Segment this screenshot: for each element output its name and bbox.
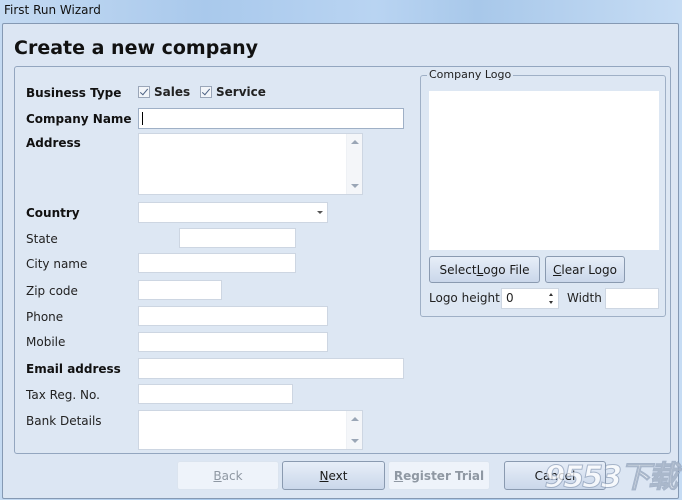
state-label: State xyxy=(26,232,58,246)
business-type-label: Business Type xyxy=(26,86,122,100)
logo-height-spinner[interactable]: 0 xyxy=(501,288,559,309)
button-label: ext xyxy=(328,468,348,483)
spin-down-icon[interactable] xyxy=(549,301,553,304)
tax-label: Tax Reg. No. xyxy=(26,388,100,402)
phone-label: Phone xyxy=(26,310,64,324)
button-accel: L xyxy=(476,262,484,277)
state-input[interactable] xyxy=(179,228,296,248)
company-logo-legend: Company Logo xyxy=(427,68,514,81)
address-label: Address xyxy=(26,136,81,150)
logo-preview xyxy=(429,91,659,250)
scroll-up-icon[interactable] xyxy=(351,140,359,144)
button-accel: R xyxy=(393,468,404,483)
wizard-window: Create a new company Business Type Sales… xyxy=(2,23,679,499)
mobile-input[interactable] xyxy=(138,332,328,352)
service-checkbox-label: Service xyxy=(216,85,266,99)
zip-input[interactable] xyxy=(138,280,222,300)
button-label: Select xyxy=(439,262,477,277)
clear-logo-button[interactable]: Clear Logo xyxy=(545,256,625,283)
button-accel: C xyxy=(553,262,562,277)
select-logo-file-button[interactable]: Select Logo File xyxy=(429,256,540,283)
scroll-down-icon[interactable] xyxy=(351,439,359,443)
service-checkbox[interactable]: Service xyxy=(200,85,266,99)
logo-width-input[interactable] xyxy=(605,288,659,309)
sales-checkbox[interactable]: Sales xyxy=(138,85,190,99)
bank-details-textarea[interactable] xyxy=(138,410,363,450)
company-name-label: Company Name xyxy=(26,112,132,126)
back-button[interactable]: Back xyxy=(177,461,279,490)
logo-height-value: 0 xyxy=(506,291,514,305)
company-name-input[interactable] xyxy=(138,108,404,129)
window-title: First Run Wizard xyxy=(4,3,101,17)
button-label: lear Logo xyxy=(561,262,617,277)
button-label: egister Trial xyxy=(403,468,485,483)
scroll-up-icon[interactable] xyxy=(351,417,359,421)
zip-label: Zip code xyxy=(26,284,78,298)
cancel-button[interactable]: Cancel xyxy=(504,461,606,490)
logo-height-label: Logo height xyxy=(429,291,500,305)
window-titlebar: First Run Wizard xyxy=(0,0,682,22)
city-input[interactable] xyxy=(138,253,296,273)
button-label: Cancel xyxy=(534,468,576,483)
tax-input[interactable] xyxy=(138,384,293,404)
page-title: Create a new company xyxy=(14,37,259,59)
company-form-panel: Business Type Sales Service Company Name… xyxy=(14,66,671,454)
spin-up-icon[interactable] xyxy=(549,293,553,296)
register-trial-button[interactable]: Register Trial xyxy=(388,461,490,490)
city-label: City name xyxy=(26,257,88,271)
button-label: ack xyxy=(221,468,243,483)
scroll-down-icon[interactable] xyxy=(351,184,359,188)
bank-label: Bank Details xyxy=(26,414,102,428)
company-logo-group: Company Logo Select Logo File Clear Logo… xyxy=(420,68,666,317)
phone-input[interactable] xyxy=(138,306,328,326)
email-label: Email address xyxy=(26,362,121,376)
button-label: ogo File xyxy=(483,262,530,277)
button-accel: B xyxy=(213,468,222,483)
mobile-label: Mobile xyxy=(26,335,66,349)
email-input[interactable] xyxy=(138,358,404,379)
address-textarea[interactable] xyxy=(138,133,363,195)
next-button[interactable]: Next xyxy=(282,461,385,490)
checkbox-checked-icon[interactable] xyxy=(138,86,150,98)
button-accel: N xyxy=(319,468,329,483)
width-label: Width xyxy=(567,291,602,305)
country-dropdown[interactable] xyxy=(138,202,328,223)
address-scrollbar[interactable] xyxy=(346,134,362,194)
bank-scrollbar[interactable] xyxy=(346,411,362,449)
chevron-down-icon[interactable] xyxy=(317,211,323,214)
checkbox-checked-icon[interactable] xyxy=(200,86,212,98)
country-label: Country xyxy=(26,206,80,220)
sales-checkbox-label: Sales xyxy=(154,85,191,99)
text-caret xyxy=(142,112,143,125)
